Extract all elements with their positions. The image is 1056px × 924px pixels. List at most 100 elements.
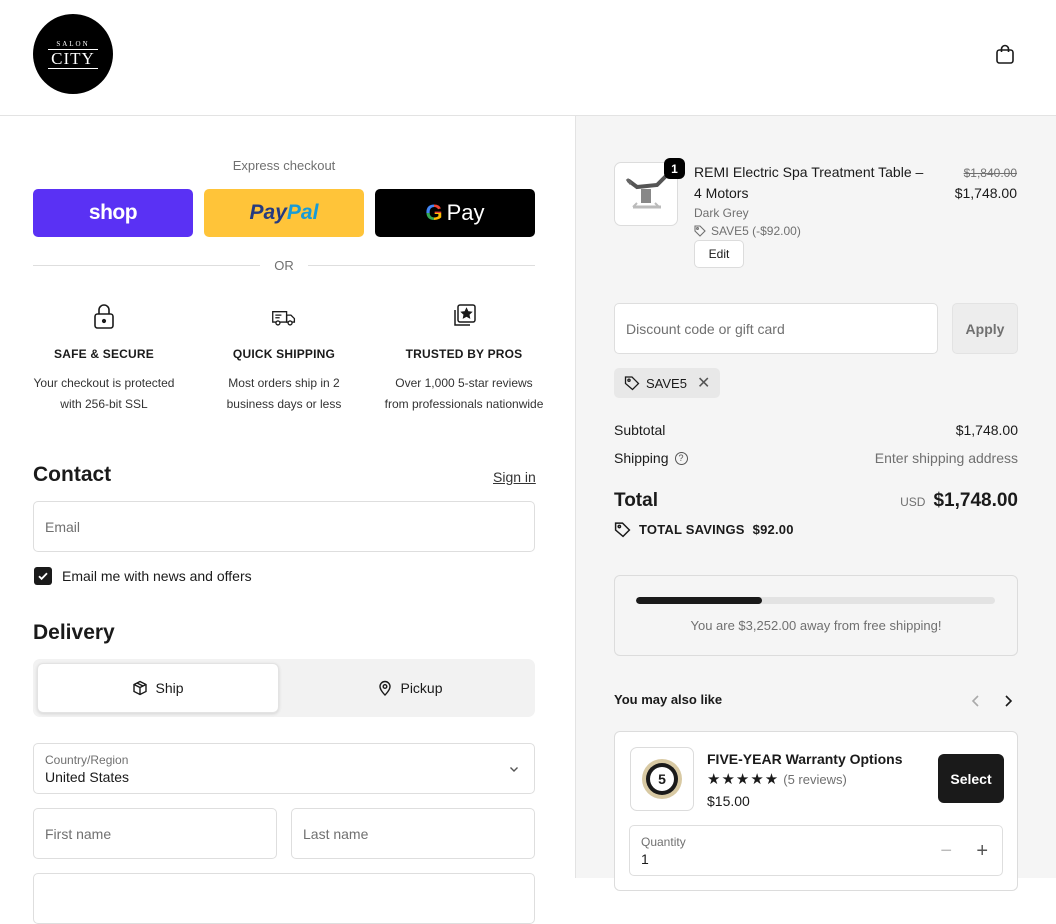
quantity-stepper[interactable]: Quantity 1 − + (629, 825, 1003, 876)
free-shipping-box: You are $3,252.00 away from free shippin… (614, 575, 1018, 656)
feature-title: SAFE & SECURE (54, 347, 154, 361)
free-shipping-progress-bar (636, 597, 995, 604)
email-placeholder: Email (45, 518, 81, 535)
applied-code: SAVE5 (646, 375, 687, 391)
chevron-left-icon[interactable] (970, 694, 982, 708)
shipping-label: Shipping (614, 450, 669, 466)
country-value: United States (45, 769, 130, 785)
pickup-option[interactable]: Pickup (289, 663, 531, 713)
shipping-value: Enter shipping address (874, 450, 1018, 466)
final-price: $1,748.00 (954, 185, 1017, 201)
logo-small-text: SALON (56, 39, 90, 48)
first-name-placeholder: First name (45, 825, 112, 842)
feature-desc: Your checkout is protected with 256-bit … (33, 376, 175, 411)
quantity-badge: 1 (664, 158, 685, 179)
savings-label: TOTAL SAVINGS (639, 522, 745, 537)
shop-pay-label: shop (88, 201, 138, 224)
feature-desc: Over 1,000 5-star reviews from professio… (384, 376, 544, 411)
google-pay-label: Pay (446, 200, 485, 225)
edit-button[interactable]: Edit (694, 240, 744, 268)
warranty-thumbnail: 5 (630, 747, 694, 811)
contact-title: Contact (33, 463, 112, 486)
plus-icon[interactable]: + (976, 840, 988, 863)
recommendations-title: You may also like (614, 692, 723, 707)
chevron-right-icon[interactable] (1002, 694, 1014, 708)
tag-icon (614, 522, 631, 538)
tag-icon (694, 225, 706, 237)
original-price: $1,840.00 (963, 166, 1017, 180)
logo-big-text: CITY (48, 48, 98, 69)
help-icon[interactable]: ? (674, 451, 688, 465)
truck-icon (272, 311, 296, 326)
warranty-badge-number: 5 (658, 771, 666, 787)
subtotal-value: $1,748.00 (955, 422, 1018, 438)
shipping-row: Shipping ? Enter shipping address (614, 450, 1018, 466)
shopping-bag-icon[interactable] (993, 42, 1017, 66)
free-shipping-text: You are $3,252.00 away from free shippin… (690, 618, 942, 633)
total-savings: TOTAL SAVINGS $92.00 (614, 521, 794, 538)
checkmark-icon (38, 572, 48, 581)
paypal-label-1: Pay (249, 201, 287, 224)
feature-safe-secure: SAFE & SECURE Your checkout is protected… (24, 302, 184, 415)
quantity-value: 1 (641, 851, 649, 867)
newsletter-label: Email me with news and offers (62, 568, 252, 584)
delivery-method-toggle: Ship Pickup (33, 659, 535, 717)
total-row: Total USD $1,748.00 (614, 490, 1018, 512)
subtotal-row: Subtotal $1,748.00 (614, 422, 1018, 438)
ship-option[interactable]: Ship (37, 663, 279, 713)
feature-title: QUICK SHIPPING (232, 347, 336, 361)
or-label: OR (274, 257, 294, 273)
delivery-title: Delivery (33, 621, 115, 644)
discount-placeholder: Discount code or gift card (626, 320, 785, 337)
lock-icon (94, 304, 114, 329)
checkout-form: Express checkout shop Pay Pal G Pay OR SA… (0, 116, 575, 924)
header: SALON CITY (0, 0, 1056, 116)
recommendation-name: FIVE-YEAR Warranty Options (707, 751, 903, 767)
feature-quick-shipping: QUICK SHIPPING Most orders ship in 2 bus… (204, 302, 364, 415)
free-shipping-progress-fill (636, 597, 762, 604)
feature-trusted-by-pros: TRUSTED BY PROS Over 1,000 5-star review… (384, 302, 544, 415)
total-amount: $1,748.00 (933, 490, 1018, 511)
recommendation-price: $15.00 (707, 793, 750, 809)
order-summary: 1 REMI Electric Spa Treatment Table – 4 … (575, 116, 1056, 891)
warranty-badge-icon: 5 (642, 759, 682, 799)
tag-icon (624, 376, 640, 391)
product-name: REMI Electric Spa Treatment Table – 4 Mo… (694, 164, 924, 201)
discount-code-input[interactable]: Discount code or gift card (614, 303, 938, 354)
currency-code: USD (900, 495, 926, 509)
product-discount: SAVE5 (-$92.00) (694, 224, 801, 238)
rating-stars: ★★★★★ (5 reviews) (707, 770, 847, 788)
pickup-label: Pickup (400, 680, 443, 696)
minus-icon[interactable]: − (940, 840, 952, 863)
newsletter-checkbox[interactable] (34, 567, 52, 585)
select-button[interactable]: Select (938, 754, 1004, 803)
subtotal-label: Subtotal (614, 422, 666, 438)
country-select[interactable]: Country/Region United States (33, 743, 535, 794)
email-field[interactable]: Email (33, 501, 535, 552)
google-pay-button[interactable]: G Pay (375, 189, 535, 237)
savings-value: $92.00 (752, 522, 794, 537)
country-label: Country/Region (45, 753, 129, 767)
chevron-down-icon (510, 767, 518, 772)
stars-icon: ★★★★★ (707, 771, 780, 788)
address-field[interactable] (33, 873, 535, 924)
review-count[interactable]: (5 reviews) (783, 772, 847, 787)
express-checkout-title: Express checkout (232, 158, 336, 173)
box-icon (133, 680, 148, 696)
remove-code-icon[interactable]: ✕ (697, 373, 710, 393)
product-variant: Dark Grey (694, 206, 749, 220)
first-name-field[interactable]: First name (33, 808, 277, 859)
location-pin-icon (379, 680, 392, 696)
apply-button[interactable]: Apply (952, 303, 1018, 354)
star-review-icon (454, 304, 476, 326)
total-label: Total (614, 490, 658, 511)
sign-in-link[interactable]: Sign in (493, 469, 536, 485)
or-divider: OR (33, 256, 535, 274)
paypal-button[interactable]: Pay Pal (204, 189, 364, 237)
last-name-field[interactable]: Last name (291, 808, 535, 859)
shop-pay-button[interactable]: shop (33, 189, 193, 237)
ship-label: Ship (155, 680, 184, 696)
salon-city-logo[interactable]: SALON CITY (33, 14, 113, 94)
paypal-label-2: Pal (286, 201, 319, 224)
feature-title: TRUSTED BY PROS (405, 347, 523, 361)
